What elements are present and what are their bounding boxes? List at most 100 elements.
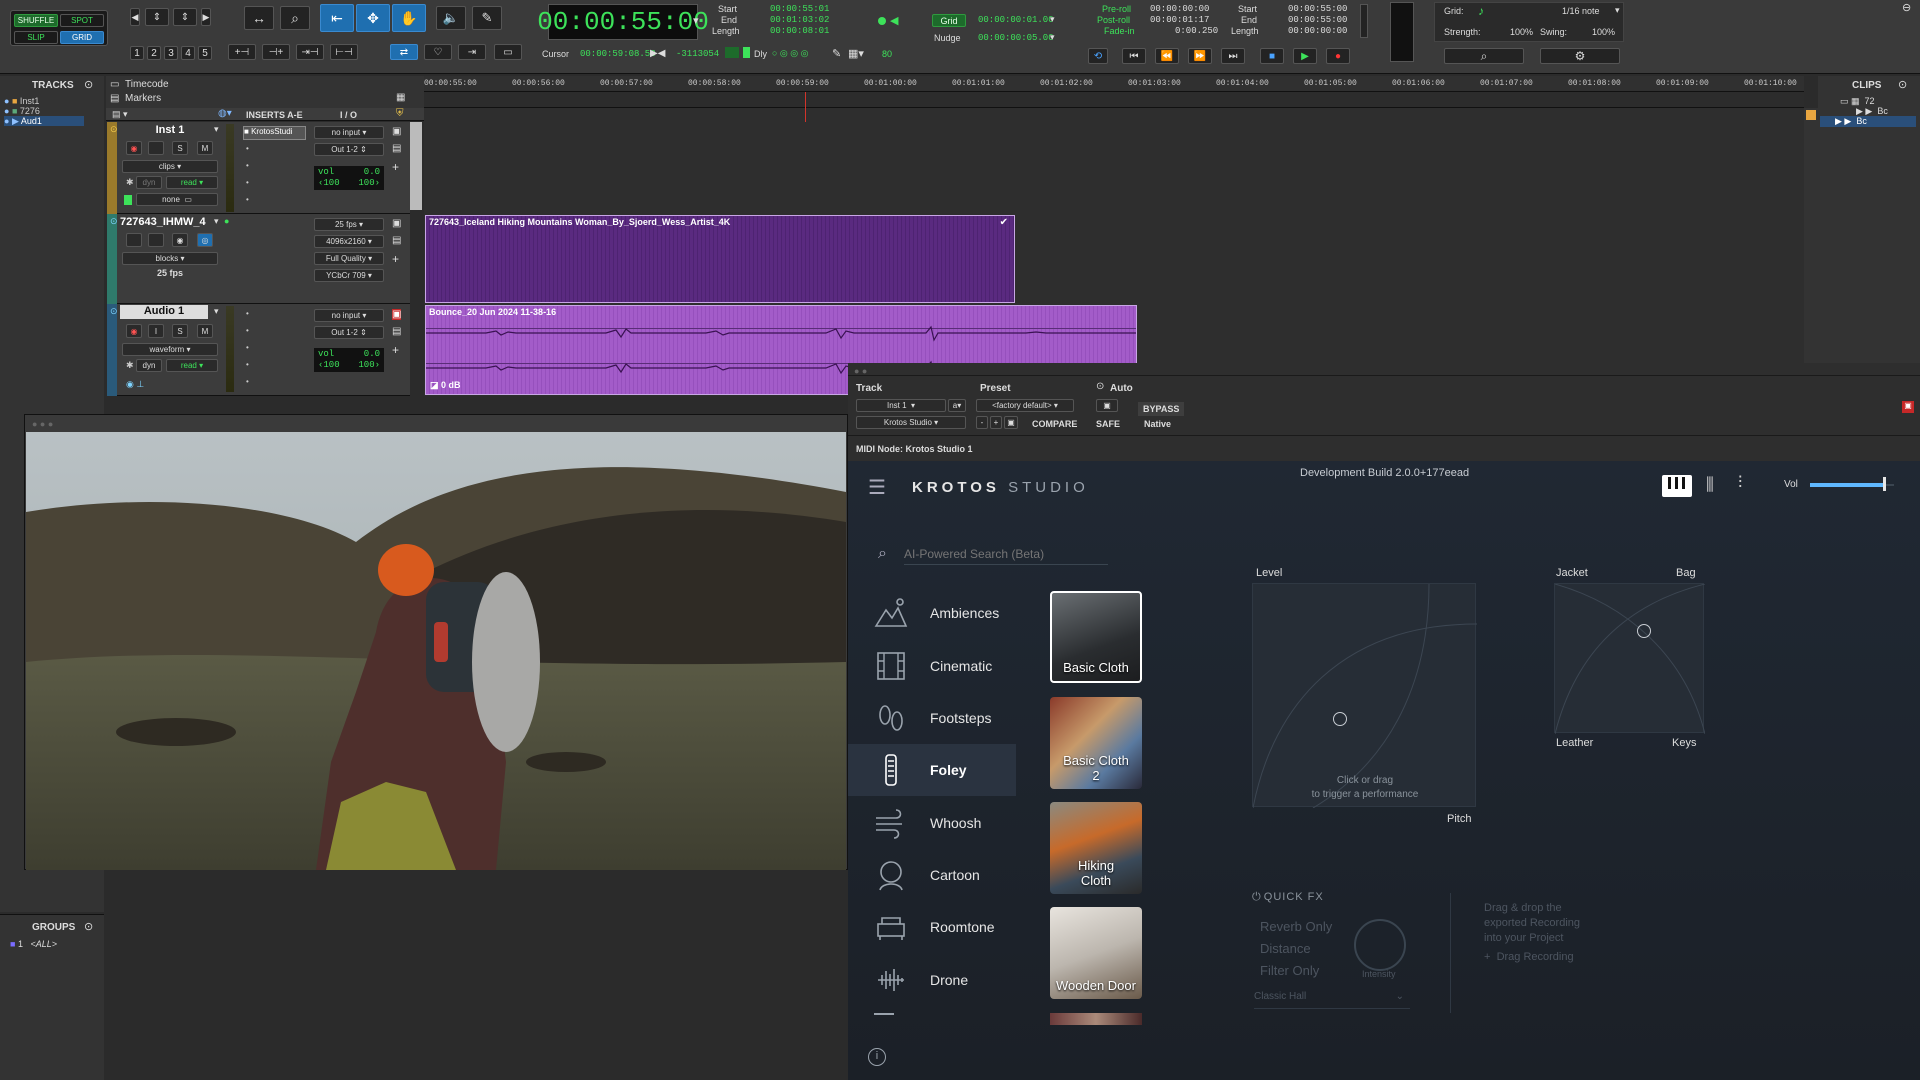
add-icon[interactable]: +	[392, 160, 399, 174]
automation-mode-select[interactable]: read ▾	[166, 176, 218, 189]
column-view-icon[interactable]: ◍▾	[218, 108, 232, 119]
group-item-all[interactable]: ■ 1 <ALL>	[10, 939, 102, 951]
quickfx-reverb-only[interactable]: Reverb Only	[1260, 919, 1332, 934]
video-online-button[interactable]: ◉	[172, 233, 188, 247]
loop-playback-button[interactable]: ⟲	[1088, 48, 1108, 64]
insert-empty-slot[interactable]: •	[246, 309, 249, 318]
markers-ruler[interactable]	[424, 92, 1804, 108]
track-record-indicator[interactable]: ⊙	[110, 216, 118, 227]
plugin-insert-select[interactable]: a ▾	[948, 399, 966, 412]
preset-select[interactable]: <factory default> ▾	[976, 399, 1074, 412]
plugin-window-target-icon[interactable]: ▣	[1902, 401, 1914, 413]
volume-slider-handle[interactable]	[1882, 477, 1886, 491]
selection-end[interactable]: 00:01:03:02	[770, 15, 829, 25]
mirror-midi-button[interactable]: ▭	[494, 44, 522, 60]
groups-panel-menu-icon[interactable]: ⊙	[84, 920, 93, 933]
performance-pad[interactable]: Click or drag to trigger a performance	[1252, 583, 1478, 809]
link-track-button[interactable]: ♡	[424, 44, 452, 60]
track-io-icon[interactable]: ▣	[392, 126, 401, 137]
ai-search-input[interactable]	[904, 543, 1108, 565]
xy-pad-cursor[interactable]	[1637, 624, 1651, 638]
insert-slot-krotos[interactable]: ■ KrotosStudi	[243, 126, 306, 140]
power-icon[interactable]: ⏻	[1252, 891, 1261, 903]
selection-length[interactable]: 00:00:08:01	[770, 26, 829, 36]
solo-button[interactable]: S	[172, 324, 188, 338]
insert-empty-slot[interactable]: •	[246, 144, 249, 153]
preroll-value[interactable]: 00:00:00:00	[1150, 4, 1209, 14]
transport-end[interactable]: 00:00:55:00	[1288, 15, 1347, 25]
category-whoosh[interactable]: Whoosh	[848, 797, 1016, 849]
tracks-panel-menu-icon[interactable]: ⊙	[84, 78, 93, 91]
extra-select[interactable]: none ▭	[136, 193, 218, 206]
grid-dropdown-icon[interactable]: ▾	[1050, 14, 1055, 25]
keyboard-icon[interactable]	[1662, 475, 1692, 497]
zoom-preset-3[interactable]: 3	[164, 46, 178, 60]
drag-recording-button[interactable]: + Drag Recording	[1484, 951, 1574, 963]
transport-length[interactable]: 00:00:00:00	[1288, 26, 1347, 36]
zoom-in-horizontal-button[interactable]: ▶	[201, 8, 211, 26]
video-clip[interactable]: 727643_Iceland Hiking Mountains Woman_By…	[425, 215, 1015, 303]
tracks-list-item[interactable]: ● ■ Inst1	[4, 96, 100, 106]
reverb-type-select[interactable]: Classic Hall ⌄	[1254, 991, 1410, 1009]
plugin-track-select[interactable]: Inst 1 ▾	[856, 399, 946, 412]
preset-wooden-door[interactable]: Wooden Door	[1050, 907, 1142, 999]
record-enable-button[interactable]: ◉	[126, 324, 142, 338]
xy-blend-pad[interactable]	[1554, 583, 1706, 735]
track-name-field[interactable]: 727643_IHMW_4	[120, 216, 220, 229]
track-visible-dot[interactable]: ●	[4, 96, 9, 106]
grid-right-dropdown-icon[interactable]: ▾	[1615, 5, 1620, 16]
colorspace-select[interactable]: YCbCr 709 ▾	[314, 269, 384, 282]
pencil-tool-button[interactable]: ✎	[472, 6, 502, 30]
preset-menu-icon[interactable]: ⊙	[1096, 381, 1104, 392]
track-io-icon[interactable]: ▣	[392, 218, 401, 229]
category-ambiences[interactable]: Ambiences	[848, 587, 1016, 639]
track-record-indicator[interactable]: ⊙	[110, 124, 118, 135]
track-name-field[interactable]: Inst 1	[120, 124, 220, 137]
preset-prev-button[interactable]: -	[976, 416, 988, 429]
fadein-value[interactable]: 0:00.250	[1175, 26, 1218, 36]
dyn-button[interactable]: dyn	[136, 359, 162, 372]
zoom-preset-2[interactable]: 2	[147, 46, 161, 60]
track-name-dropdown-icon[interactable]: ▾	[214, 216, 219, 227]
record-button[interactable]: ●	[1326, 48, 1350, 64]
timecode-ruler[interactable]: 00:00:55:00 00:00:56:00 00:00:57:00 00:00:5…	[424, 76, 1804, 92]
return-to-zero-button[interactable]: ⏮	[1122, 48, 1146, 64]
audio-clip-gain[interactable]: ◪ 0 dB	[430, 380, 461, 391]
zoomer-tool-button[interactable]: ↔	[244, 6, 274, 30]
bypass-button[interactable]: BYPASS	[1138, 402, 1185, 416]
safe-button[interactable]: SAFE	[1096, 419, 1120, 429]
toolbar-settings-button[interactable]: ⚙	[1540, 48, 1620, 64]
track-scroll-handle[interactable]	[410, 122, 422, 210]
nudge-value[interactable]: 00:00:00:05.00	[978, 33, 1054, 43]
zoom-audio-button[interactable]: ⇕	[145, 8, 169, 26]
preset-copy-button[interactable]: ▣	[1004, 416, 1018, 429]
track-options-icon[interactable]: ▤ ▾	[112, 109, 128, 120]
plugin-select[interactable]: Krotos Studio ▾	[856, 416, 966, 429]
preroll-label[interactable]: Pre-roll	[1102, 4, 1131, 14]
quickfx-distance[interactable]: Distance	[1260, 941, 1311, 956]
volume-readout[interactable]: vol 0.0 ‹100 100›	[314, 348, 384, 372]
zoom-midi-button[interactable]: ⇕	[173, 8, 197, 26]
slip-mode-button[interactable]: SLIP	[14, 31, 58, 44]
go-to-end-button[interactable]: ⏭	[1221, 48, 1245, 64]
main-counter[interactable]: 00:00:55:00	[537, 4, 709, 40]
category-foley[interactable]: Foley	[848, 744, 1016, 796]
preset-basic-cloth-2[interactable]: Basic Cloth 2	[1050, 697, 1142, 789]
info-icon[interactable]: i	[868, 1048, 886, 1066]
mute-button[interactable]: M	[197, 324, 213, 338]
tracks-list-item[interactable]: ● ▶ Aud1	[4, 116, 84, 126]
zoom-preset-1[interactable]: 1	[130, 46, 144, 60]
zoom-preset-4[interactable]: 4	[181, 46, 195, 60]
input-select[interactable]: no input ▾	[314, 126, 384, 139]
postroll-label[interactable]: Post-roll	[1097, 15, 1130, 25]
track-name-dropdown-icon[interactable]: ▾	[214, 306, 219, 317]
input-monitor-button[interactable]	[148, 141, 164, 155]
shuffle-mode-button[interactable]: SHUFFLE	[14, 14, 58, 27]
category-footsteps[interactable]: Footsteps	[848, 692, 1016, 744]
preset-hiking-cloth[interactable]: Hiking Cloth	[1050, 802, 1142, 894]
mixer-sliders-icon[interactable]: ⫶	[1738, 473, 1742, 493]
track-view-select[interactable]: clips ▾	[122, 160, 218, 173]
output-select[interactable]: Out 1-2 ⇕	[314, 326, 384, 339]
dyn-button[interactable]: dyn	[136, 176, 162, 189]
compare-button[interactable]: COMPARE	[1032, 419, 1077, 429]
